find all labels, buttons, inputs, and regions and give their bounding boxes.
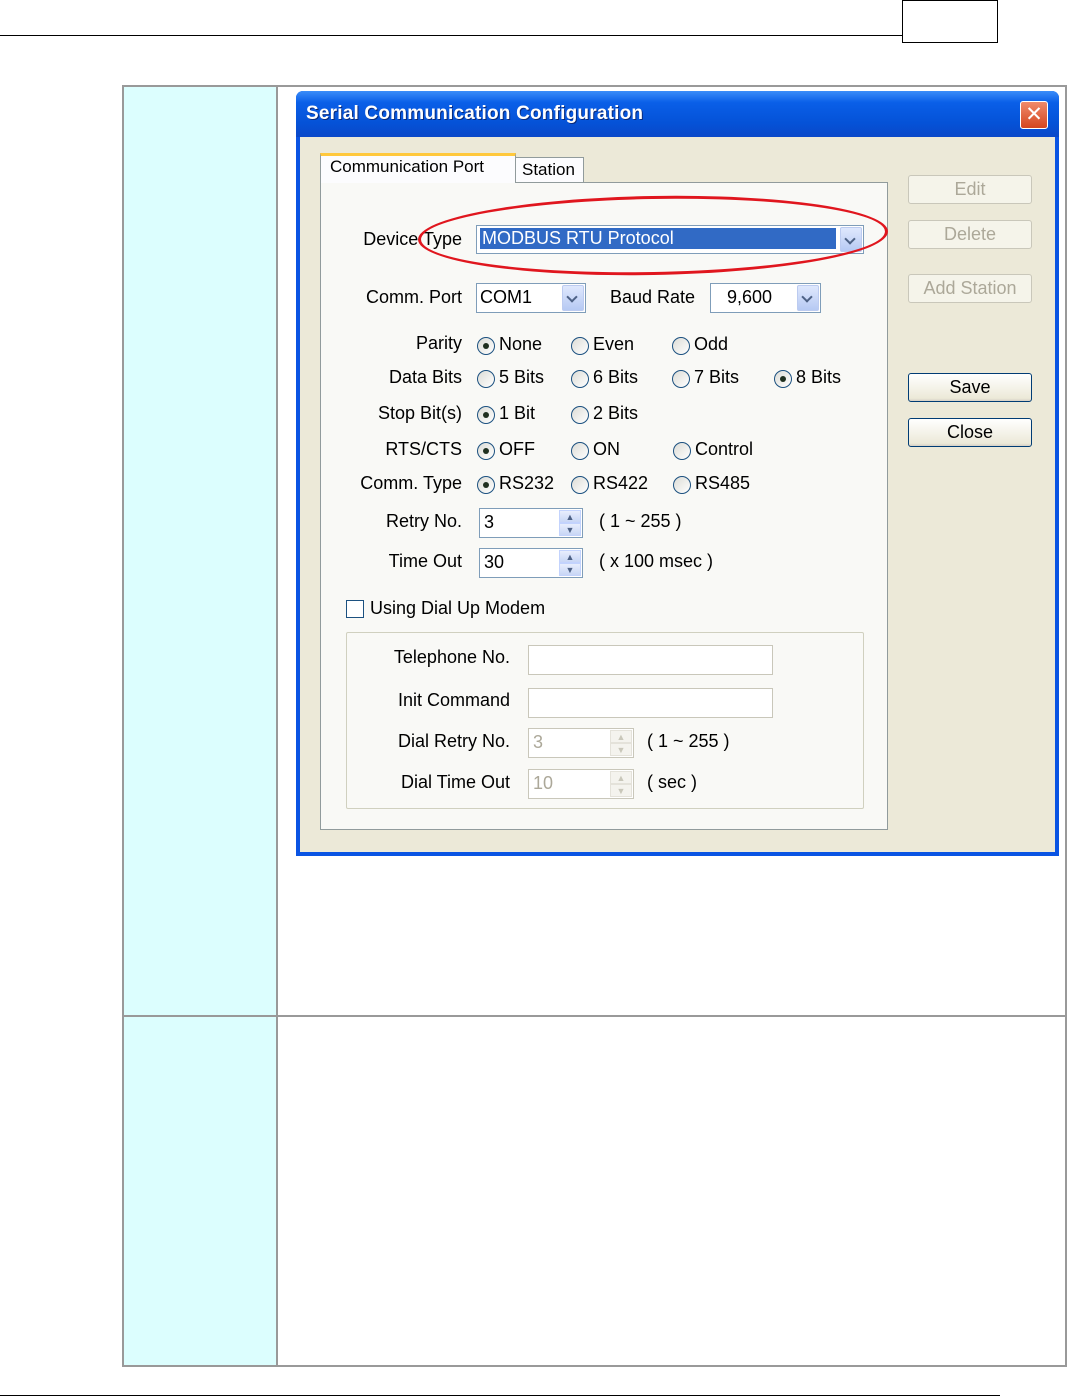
spin-down-icon[interactable]: ▼ xyxy=(610,743,632,756)
retry-no-stepper[interactable]: 3 ▲ ▼ xyxy=(479,508,583,538)
telephone-input[interactable] xyxy=(528,645,773,675)
close-window-button[interactable]: ✕ xyxy=(1020,101,1048,129)
spin-up-icon[interactable]: ▲ xyxy=(559,510,581,523)
spin-up-icon[interactable]: ▲ xyxy=(610,730,632,743)
footer-rule xyxy=(0,1395,1000,1396)
dial-time-out-value: 10 xyxy=(533,773,554,793)
dial-retry-label: Dial Retry No. xyxy=(397,731,510,751)
init-command-label: Init Command xyxy=(397,690,510,710)
title-bar[interactable]: Serial Communication Configuration ✕ xyxy=(296,91,1059,137)
dial-time-out-stepper[interactable]: 10 ▲ ▼ xyxy=(528,769,634,799)
dial-retry-range-text: ( 1 ~ 255 ) xyxy=(647,731,730,751)
table-left-cell-1 xyxy=(124,87,276,1015)
retry-range-text: ( 1 ~ 255 ) xyxy=(599,511,682,531)
comm-port-label: Comm. Port xyxy=(365,287,462,307)
comm-type-label: Comm. Type xyxy=(360,473,462,493)
spin-down-icon[interactable]: ▼ xyxy=(559,563,581,576)
delete-button[interactable]: Delete xyxy=(908,220,1032,249)
baud-rate-label: Baud Rate xyxy=(610,287,696,307)
tab-communication-port[interactable]: Communication Port xyxy=(320,153,516,183)
spin-up-icon[interactable]: ▲ xyxy=(610,771,632,784)
retry-no-value: 3 xyxy=(484,512,495,532)
close-button[interactable]: Close xyxy=(908,418,1032,447)
time-out-unit-text: ( x 100 msec ) xyxy=(599,551,714,571)
telephone-label: Telephone No. xyxy=(393,647,510,667)
dial-retry-value: 3 xyxy=(533,732,544,752)
time-out-value: 30 xyxy=(484,552,505,572)
save-button[interactable]: Save xyxy=(908,373,1032,402)
time-out-stepper[interactable]: 30 ▲ ▼ xyxy=(479,548,583,578)
time-out-label: Time Out xyxy=(388,551,462,571)
stop-bits-label: Stop Bit(s) xyxy=(377,403,462,423)
chevron-down-icon[interactable] xyxy=(797,285,819,311)
window-title: Serial Communication Configuration xyxy=(306,103,644,124)
add-station-button[interactable]: Add Station xyxy=(908,274,1032,303)
checkbox-icon[interactable] xyxy=(346,600,364,618)
dial-retry-stepper[interactable]: 3 ▲ ▼ xyxy=(528,728,634,758)
dial-time-out-label: Dial Time Out xyxy=(400,772,510,792)
dial-time-out-unit-text: ( sec ) xyxy=(647,772,698,792)
data-bits-label: Data Bits xyxy=(388,367,462,387)
rts-cts-label: RTS/CTS xyxy=(385,439,462,459)
dial-up-modem-checkbox[interactable]: Using Dial Up Modem xyxy=(346,598,606,622)
table-left-cell-2 xyxy=(124,1017,276,1365)
table-column-divider xyxy=(276,87,278,1365)
comm-port-select[interactable]: COM1 xyxy=(476,283,586,313)
spin-down-icon[interactable]: ▼ xyxy=(559,523,581,536)
dial-up-modem-label: Using Dial Up Modem xyxy=(370,598,546,618)
chevron-down-icon[interactable] xyxy=(562,285,584,311)
retry-no-label: Retry No. xyxy=(385,511,462,531)
header-rule xyxy=(0,35,903,36)
spin-down-icon[interactable]: ▼ xyxy=(610,784,632,797)
tab-station[interactable]: Station xyxy=(515,157,584,183)
parity-label: Parity xyxy=(415,333,462,353)
table-row-divider xyxy=(124,1015,1065,1017)
page-number-box xyxy=(902,0,998,43)
comm-port-value: COM1 xyxy=(480,287,533,307)
edit-button[interactable]: Edit xyxy=(908,175,1032,204)
baud-rate-value: 9,600 xyxy=(727,287,773,307)
init-command-input[interactable] xyxy=(528,688,773,718)
baud-rate-select[interactable]: 9,600 xyxy=(710,283,821,313)
spin-up-icon[interactable]: ▲ xyxy=(559,550,581,563)
